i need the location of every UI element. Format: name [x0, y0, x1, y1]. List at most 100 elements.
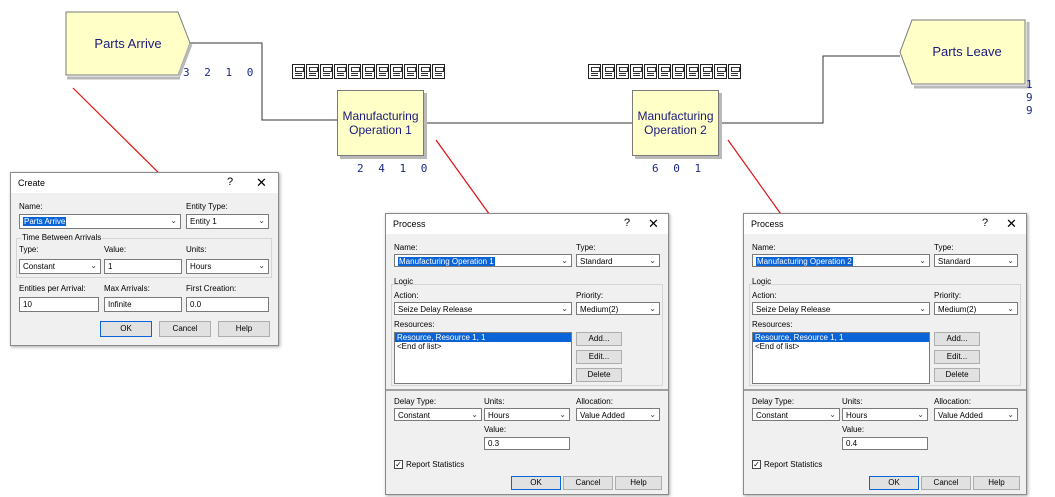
list-item[interactable]: <End of list>: [753, 342, 929, 351]
create-dialog-titlebar[interactable]: Create ? ✕: [11, 173, 278, 193]
chevron-down-icon: ⌄: [1007, 304, 1014, 313]
cancel-button[interactable]: Cancel: [563, 476, 613, 490]
action-select[interactable]: Seize Delay Release ⌄: [394, 302, 572, 315]
delay-type-label: Delay Type:: [752, 397, 795, 406]
add-button[interactable]: Add...: [934, 332, 980, 346]
process-dialog-2-titlebar[interactable]: Process ? ✕: [744, 214, 1026, 234]
allocation-select[interactable]: Value Added ⌄: [576, 408, 660, 421]
allocation-select[interactable]: Value Added ⌄: [934, 408, 1018, 421]
name-select[interactable]: Manufacturing Operation 1 ⌄: [394, 254, 572, 267]
cancel-button[interactable]: Cancel: [159, 321, 211, 337]
units-select[interactable]: Hours ⌄: [484, 408, 570, 421]
name-label: Name:: [752, 243, 776, 252]
entities-per-arrival-input[interactable]: 10: [19, 297, 99, 312]
add-button[interactable]: Add...: [576, 332, 622, 346]
queue-entity-icon: [700, 64, 713, 79]
chevron-down-icon: ⌄: [649, 304, 656, 313]
queue-entity-icon: [320, 64, 333, 79]
chevron-down-icon: ⌄: [471, 410, 478, 419]
parts-leave-label[interactable]: Parts Leave: [912, 44, 1022, 59]
divider: [386, 389, 668, 391]
close-icon[interactable]: ✕: [1006, 216, 1017, 232]
process-dialog-2: Process ? ✕ Name: Manufacturing Operatio…: [743, 213, 1027, 495]
parts-leave-counter: 1 9 9: [1026, 78, 1037, 117]
help-button[interactable]: Help: [218, 321, 270, 337]
op1-module[interactable]: Manufacturing Operation 1: [337, 90, 424, 156]
op2-module[interactable]: Manufacturing Operation 2: [632, 90, 719, 156]
value-input[interactable]: 1: [104, 259, 182, 274]
chevron-down-icon: ⌄: [258, 261, 265, 270]
queue-entity-icon: [390, 64, 403, 79]
list-item[interactable]: Resource, Resource 1, 1: [395, 333, 571, 342]
list-item[interactable]: Resource, Resource 1, 1: [753, 333, 929, 342]
priority-select[interactable]: Medium(2) ⌄: [576, 302, 660, 315]
name-label: Name:: [19, 202, 43, 211]
first-creation-input[interactable]: 0.0: [186, 297, 269, 312]
divider: [744, 389, 1026, 391]
entities-per-arrival-label: Entities per Arrival:: [19, 284, 86, 293]
queue-entity-icon: [658, 64, 671, 79]
allocation-label: Allocation:: [934, 397, 971, 406]
name-select[interactable]: Parts Arrive ⌄: [19, 214, 181, 229]
close-icon[interactable]: ✕: [648, 216, 659, 232]
name-select[interactable]: Manufacturing Operation 2 ⌄: [752, 254, 930, 267]
create-dialog-title: Create: [18, 178, 46, 188]
op1-label: Manufacturing Operation 1: [342, 109, 419, 137]
ok-button[interactable]: OK: [511, 476, 561, 490]
process-dialog-1: Process ? ✕ Name: Manufacturing Operatio…: [385, 213, 669, 495]
chevron-down-icon: ⌄: [649, 410, 656, 419]
process-dialog-1-title: Process: [393, 219, 426, 229]
parts-arrive-label[interactable]: Parts Arrive: [78, 36, 178, 51]
help-question-icon[interactable]: ?: [624, 217, 630, 229]
type-select[interactable]: Standard ⌄: [576, 254, 660, 267]
type-select[interactable]: Constant ⌄: [19, 259, 101, 274]
queue-entity-icon: [616, 64, 629, 79]
entity-type-label: Entity Type:: [186, 202, 228, 211]
help-question-icon[interactable]: ?: [982, 217, 988, 229]
resources-list[interactable]: Resource, Resource 1, 1 <End of list>: [752, 332, 930, 384]
edit-button[interactable]: Edit...: [934, 350, 980, 364]
help-button[interactable]: Help: [615, 476, 662, 490]
priority-select[interactable]: Medium(2) ⌄: [934, 302, 1018, 315]
max-arrivals-input[interactable]: Infinite: [104, 297, 182, 312]
chevron-down-icon: ⌄: [919, 256, 926, 265]
chevron-down-icon: ⌄: [1007, 256, 1014, 265]
delay-type-select[interactable]: Constant ⌄: [394, 408, 482, 421]
entity-type-select[interactable]: Entity 1 ⌄: [186, 214, 269, 229]
list-item[interactable]: <End of list>: [395, 342, 571, 351]
edit-button[interactable]: Edit...: [576, 350, 622, 364]
allocation-label: Allocation:: [576, 397, 613, 406]
units-select[interactable]: Hours ⌄: [186, 259, 269, 274]
report-statistics-checkbox[interactable]: ✓: [394, 460, 403, 469]
report-statistics-checkbox[interactable]: ✓: [752, 460, 761, 469]
help-question-icon[interactable]: ?: [227, 176, 233, 188]
delete-button[interactable]: Delete: [934, 368, 980, 382]
chevron-down-icon: ⌄: [90, 261, 97, 270]
resources-list[interactable]: Resource, Resource 1, 1 <End of list>: [394, 332, 572, 384]
chevron-down-icon: ⌄: [258, 216, 265, 225]
queue-entity-icon: [644, 64, 657, 79]
units-label: Units:: [484, 397, 505, 406]
cancel-button[interactable]: Cancel: [921, 476, 971, 490]
type-label: Type:: [934, 243, 954, 252]
delay-type-label: Delay Type:: [394, 397, 437, 406]
chevron-down-icon: ⌄: [649, 256, 656, 265]
help-button[interactable]: Help: [973, 476, 1020, 490]
type-select[interactable]: Standard ⌄: [934, 254, 1018, 267]
type-label: Type:: [19, 245, 39, 254]
process-dialog-1-titlebar[interactable]: Process ? ✕: [386, 214, 668, 234]
ok-button[interactable]: OK: [100, 321, 152, 337]
delay-type-select[interactable]: Constant ⌄: [752, 408, 840, 421]
value-input[interactable]: 0.4: [842, 437, 928, 450]
ok-button[interactable]: OK: [869, 476, 919, 490]
units-select[interactable]: Hours ⌄: [842, 408, 928, 421]
chevron-down-icon: ⌄: [559, 410, 566, 419]
close-icon[interactable]: ✕: [256, 175, 267, 191]
report-statistics-label: Report Statistics: [406, 460, 465, 469]
value-input[interactable]: 0.3: [484, 437, 570, 450]
queue-entity-icon: [686, 64, 699, 79]
value-label: Value:: [104, 245, 127, 254]
delete-button[interactable]: Delete: [576, 368, 622, 382]
op2-queue: [588, 64, 741, 79]
action-select[interactable]: Seize Delay Release ⌄: [752, 302, 930, 315]
